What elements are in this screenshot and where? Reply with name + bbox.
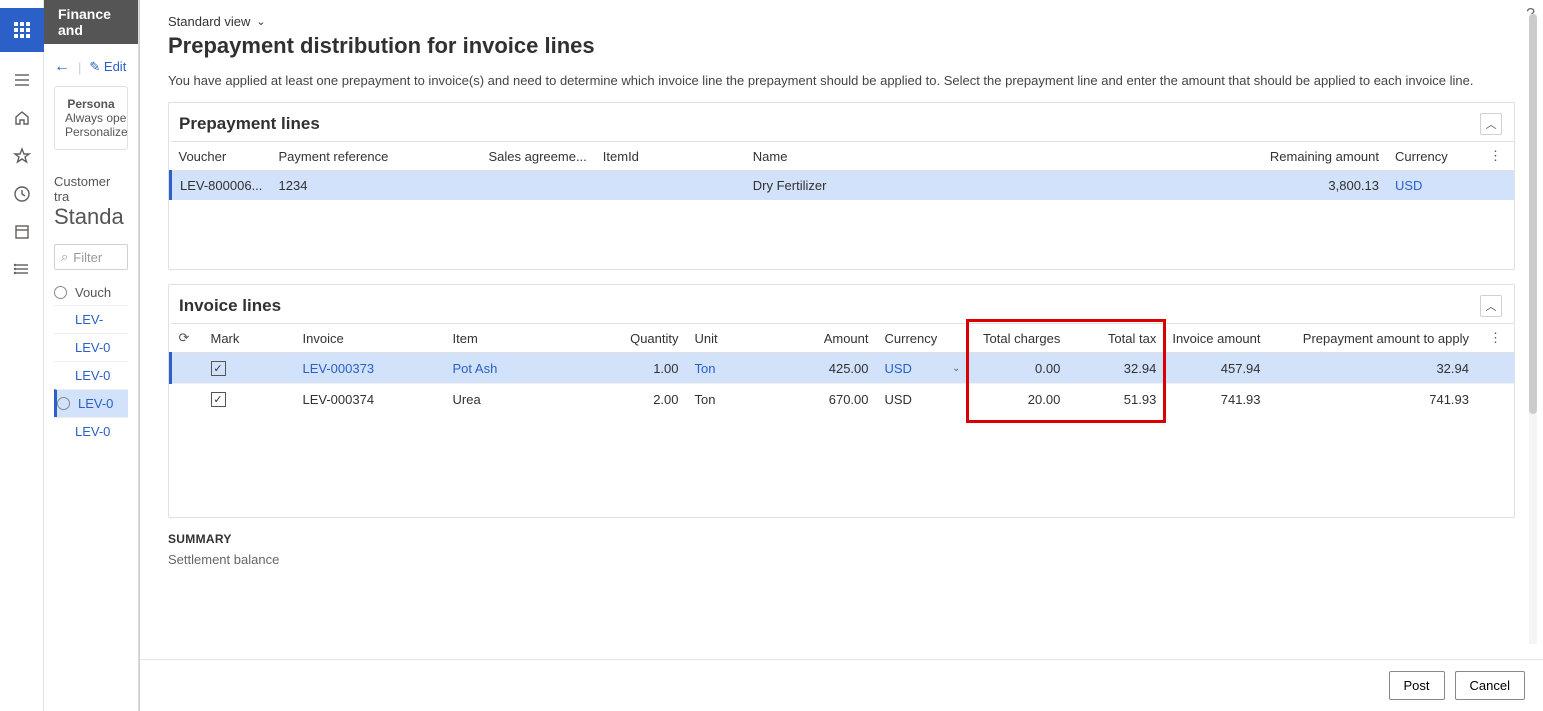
personalization-title: Persona (65, 97, 117, 111)
col-total-tax[interactable]: Total tax (1068, 324, 1164, 353)
dialog-footer: Post Cancel (140, 659, 1543, 711)
col-amount[interactable]: Amount (781, 324, 877, 353)
item-link[interactable]: Pot Ash (453, 361, 498, 376)
page-description: You have applied at least one prepayment… (168, 73, 1515, 88)
collapse-button[interactable]: ︿ (1480, 113, 1502, 135)
breadcrumb: Customer tra (54, 174, 128, 204)
home-icon[interactable] (12, 108, 32, 128)
app-launcher-button[interactable] (0, 8, 44, 52)
mark-checkbox[interactable] (211, 361, 226, 376)
voucher-cell: LEV-800006... (171, 171, 271, 201)
mark-checkbox[interactable] (211, 392, 226, 407)
chevron-up-icon: ︿ (1486, 116, 1497, 132)
remaining-cell: 3,800.13 (1262, 171, 1387, 201)
col-currency[interactable]: Currency (1387, 142, 1477, 171)
invoice-row[interactable]: LEV-000373 Pot Ash 1.00 Ton 425.00 USD⌄ … (171, 353, 1515, 384)
chevron-up-icon: ︿ (1486, 298, 1497, 314)
app-title: Finance and (44, 0, 138, 44)
col-invoice-amount[interactable]: Invoice amount (1164, 324, 1268, 353)
page-title: Prepayment distribution for invoice line… (168, 33, 1515, 59)
summary-section: SUMMARY Settlement balance (168, 532, 1515, 567)
bg-heading: Standa (54, 204, 128, 230)
recent-icon[interactable] (12, 184, 32, 204)
col-itemid[interactable]: ItemId (595, 142, 745, 171)
currency-link[interactable]: USD (885, 361, 912, 376)
view-switcher[interactable]: Standard view⌄ (168, 14, 266, 29)
prepayment-lines-section: Prepayment lines ︿ Voucher Payment refer… (168, 102, 1515, 270)
refresh-icon[interactable]: ⟳ (179, 330, 190, 345)
currency-link[interactable]: USD (1395, 178, 1422, 193)
col-voucher[interactable]: Voucher (171, 142, 271, 171)
col-total-charges[interactable]: Total charges (968, 324, 1068, 353)
prepayment-amount-input[interactable]: 32.94 (1269, 353, 1477, 384)
col-payment-reference[interactable]: Payment reference (271, 142, 481, 171)
col-mark[interactable]: Mark (203, 324, 295, 353)
col-item[interactable]: Item (445, 324, 591, 353)
chevron-down-icon[interactable]: ⌄ (952, 363, 960, 374)
filter-input[interactable]: ⌕ Filter (54, 244, 128, 270)
list-item[interactable]: LEV-0 (78, 396, 113, 411)
col-invoice[interactable]: Invoice (295, 324, 445, 353)
post-button[interactable]: Post (1389, 671, 1445, 700)
left-nav-rail (0, 0, 44, 711)
collapse-button[interactable]: ︿ (1480, 295, 1502, 317)
more-columns-button[interactable]: ⋮ (1485, 330, 1506, 345)
unit-link[interactable]: Ton (695, 361, 716, 376)
name-cell: Dry Fertilizer (745, 171, 1262, 201)
modules-icon[interactable] (12, 260, 32, 280)
col-currency[interactable]: Currency (877, 324, 969, 353)
select-all-radio[interactable] (54, 286, 67, 299)
scrollbar[interactable] (1529, 14, 1537, 644)
prepayment-row[interactable]: LEV-800006... 1234 Dry Fertilizer 3,800.… (171, 171, 1515, 201)
list-item[interactable]: LEV-0 (75, 368, 110, 383)
favorites-icon[interactable] (12, 146, 32, 166)
waffle-icon (13, 21, 31, 39)
prepayment-amount-input[interactable]: 741.93 (1269, 384, 1477, 415)
voucher-column-header: Vouch (75, 285, 111, 300)
invoice-row[interactable]: LEV-000374 Urea 2.00 Ton 670.00 USD 20.0… (171, 384, 1515, 415)
section-title: Prepayment lines (179, 114, 320, 134)
summary-title: SUMMARY (168, 532, 1515, 546)
col-unit[interactable]: Unit (687, 324, 781, 353)
col-prepayment-apply[interactable]: Prepayment amount to apply (1269, 324, 1477, 353)
row-radio[interactable] (57, 397, 70, 410)
edit-button[interactable]: ✎ Edit (89, 59, 126, 75)
workspace-icon[interactable] (12, 222, 32, 242)
invoice-link[interactable]: LEV-000373 (303, 361, 375, 376)
cancel-button[interactable]: Cancel (1455, 671, 1525, 700)
section-title: Invoice lines (179, 296, 281, 316)
prepayment-dialog: ? Standard view⌄ Prepayment distribution… (139, 0, 1543, 711)
search-icon: ⌕ (61, 249, 68, 265)
col-quantity[interactable]: Quantity (591, 324, 687, 353)
invoice-lines-section: Invoice lines ︿ ⟳ Mark Invoice Item Quan… (168, 284, 1515, 518)
chevron-down-icon: ⌄ (256, 15, 265, 28)
col-sales-agreement[interactable]: Sales agreeme... (481, 142, 595, 171)
col-name[interactable]: Name (745, 142, 1262, 171)
payment-ref-cell: 1234 (271, 171, 481, 201)
hamburger-icon[interactable] (12, 70, 32, 90)
background-page: Finance and ← | ✎ Edit Persona Always op… (44, 0, 139, 711)
col-remaining-amount[interactable]: Remaining amount (1262, 142, 1387, 171)
list-item[interactable]: LEV-0 (75, 340, 110, 355)
list-item[interactable]: LEV- (75, 312, 103, 327)
back-button[interactable]: ← (54, 58, 70, 76)
summary-line: Settlement balance (168, 552, 1515, 567)
list-item[interactable]: LEV-0 (75, 424, 110, 439)
more-columns-button[interactable]: ⋮ (1485, 148, 1506, 163)
